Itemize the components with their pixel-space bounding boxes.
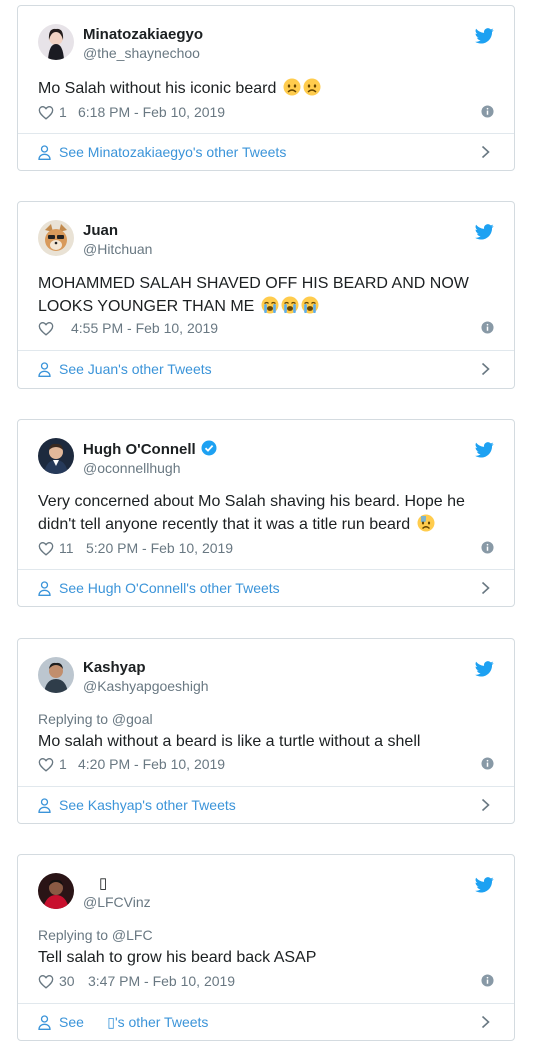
tweet-timestamp[interactable]: 6:18 PM - Feb 10, 2019 bbox=[78, 104, 225, 120]
like-count[interactable]: 11 bbox=[59, 540, 74, 556]
user-handle[interactable]: @the_shaynechoo bbox=[83, 44, 203, 62]
tweet-card: ▯ @LFCVinz Replying to @LFC Tell salah t… bbox=[17, 854, 515, 1041]
twitter-bird-icon[interactable] bbox=[475, 28, 494, 44]
avatar[interactable] bbox=[38, 873, 74, 909]
tweet-card: Minatozakiaegyo @the_shaynechoo Mo Salah… bbox=[17, 5, 515, 171]
user-handle[interactable]: @Hitchuan bbox=[83, 240, 152, 258]
heart-icon[interactable] bbox=[38, 757, 54, 772]
see-other-tweets-link[interactable]: See Kashyap's other Tweets bbox=[38, 787, 494, 823]
verified-badge-icon bbox=[201, 440, 217, 456]
person-icon bbox=[38, 362, 51, 377]
display-name[interactable]: Minatozakiaegyo bbox=[83, 26, 203, 44]
twitter-bird-icon[interactable] bbox=[475, 661, 494, 677]
user-handle[interactable]: @LFCVinz bbox=[83, 893, 151, 911]
chevron-right-icon[interactable] bbox=[481, 798, 490, 812]
see-other-tweets-link[interactable]: See Juan's other Tweets bbox=[38, 351, 494, 387]
see-other-tweets-label[interactable]: See Minatozakiaegyo's other Tweets bbox=[59, 144, 286, 160]
anxious-face-with-sweat-icon bbox=[417, 514, 435, 532]
person-icon bbox=[38, 798, 51, 813]
person-icon bbox=[38, 145, 51, 160]
info-icon[interactable] bbox=[481, 541, 494, 554]
replying-to[interactable]: Replying to @LFC bbox=[38, 927, 153, 943]
worried-face-icon bbox=[283, 78, 301, 96]
tweet-card: Kashyap @Kashyapgoeshigh Replying to @go… bbox=[17, 638, 515, 824]
display-name[interactable]: ▯ bbox=[83, 875, 151, 893]
avatar[interactable] bbox=[38, 220, 74, 256]
tweet-card: Hugh O'Connell @oconnellhugh Very concer… bbox=[17, 419, 515, 607]
display-name[interactable]: Hugh O'Connell bbox=[83, 440, 217, 459]
info-icon[interactable] bbox=[481, 105, 494, 118]
tweet-timestamp[interactable]: 3:47 PM - Feb 10, 2019 bbox=[88, 973, 235, 989]
heart-icon[interactable] bbox=[38, 321, 54, 336]
tweet-timestamp[interactable]: 4:20 PM - Feb 10, 2019 bbox=[78, 756, 225, 772]
heart-icon[interactable] bbox=[38, 541, 54, 556]
display-name[interactable]: Kashyap bbox=[83, 659, 209, 677]
tweet-text: MOHAMMED SALAH SHAVED OFF HIS BEARD AND … bbox=[38, 275, 469, 315]
tweet-text: Mo Salah without his iconic beard bbox=[38, 77, 494, 100]
like-count[interactable]: 30 bbox=[59, 973, 75, 989]
see-other-tweets-link[interactable]: See Hugh O'Connell's other Tweets bbox=[38, 570, 494, 606]
chevron-right-icon[interactable] bbox=[481, 581, 490, 595]
see-other-tweets-label[interactable]: See Juan's other Tweets bbox=[59, 361, 212, 377]
twitter-bird-icon[interactable] bbox=[475, 877, 494, 893]
tweet-timestamp[interactable]: 4:55 PM - Feb 10, 2019 bbox=[71, 320, 218, 336]
avatar[interactable] bbox=[38, 24, 74, 60]
person-icon bbox=[38, 581, 51, 596]
loudly-crying-face-icon bbox=[301, 296, 319, 314]
user-handle[interactable]: @oconnellhugh bbox=[83, 459, 217, 477]
chevron-right-icon[interactable] bbox=[481, 145, 490, 159]
like-count[interactable]: 1 bbox=[59, 756, 67, 772]
person-icon bbox=[38, 1015, 51, 1030]
user-handle[interactable]: @Kashyapgoeshigh bbox=[83, 677, 209, 695]
info-icon[interactable] bbox=[481, 321, 494, 334]
loudly-crying-face-icon bbox=[261, 296, 279, 314]
heart-icon[interactable] bbox=[38, 105, 54, 120]
tweet-text: Mo salah without a beard is like a turtl… bbox=[38, 733, 421, 750]
info-icon[interactable] bbox=[481, 974, 494, 987]
avatar[interactable] bbox=[38, 438, 74, 474]
tweet-text: Very concerned about Mo Salah shaving hi… bbox=[38, 493, 465, 533]
chevron-right-icon[interactable] bbox=[481, 1015, 490, 1029]
see-other-tweets-label[interactable]: See ▯'s other Tweets bbox=[59, 1014, 208, 1031]
tweet-timestamp[interactable]: 5:20 PM - Feb 10, 2019 bbox=[86, 540, 233, 556]
info-icon[interactable] bbox=[481, 757, 494, 770]
tweet-text: Tell salah to grow his beard back ASAP bbox=[38, 949, 317, 966]
chevron-right-icon[interactable] bbox=[481, 362, 490, 376]
display-name[interactable]: Juan bbox=[83, 222, 152, 240]
replying-to[interactable]: Replying to @goal bbox=[38, 711, 153, 727]
loudly-crying-face-icon bbox=[281, 296, 299, 314]
heart-icon[interactable] bbox=[38, 974, 54, 989]
like-count[interactable]: 1 bbox=[59, 104, 67, 120]
twitter-bird-icon[interactable] bbox=[475, 224, 494, 240]
worried-face-icon bbox=[303, 78, 321, 96]
see-other-tweets-label[interactable]: See Hugh O'Connell's other Tweets bbox=[59, 580, 280, 596]
see-other-tweets-link[interactable]: See ▯'s other Tweets bbox=[38, 1004, 494, 1040]
see-other-tweets-label[interactable]: See Kashyap's other Tweets bbox=[59, 797, 236, 813]
see-other-tweets-link[interactable]: See Minatozakiaegyo's other Tweets bbox=[38, 134, 494, 170]
tweet-card: Juan @Hitchuan MOHAMMED SALAH SHAVED OFF… bbox=[17, 201, 515, 389]
twitter-bird-icon[interactable] bbox=[475, 442, 494, 458]
avatar[interactable] bbox=[38, 657, 74, 693]
